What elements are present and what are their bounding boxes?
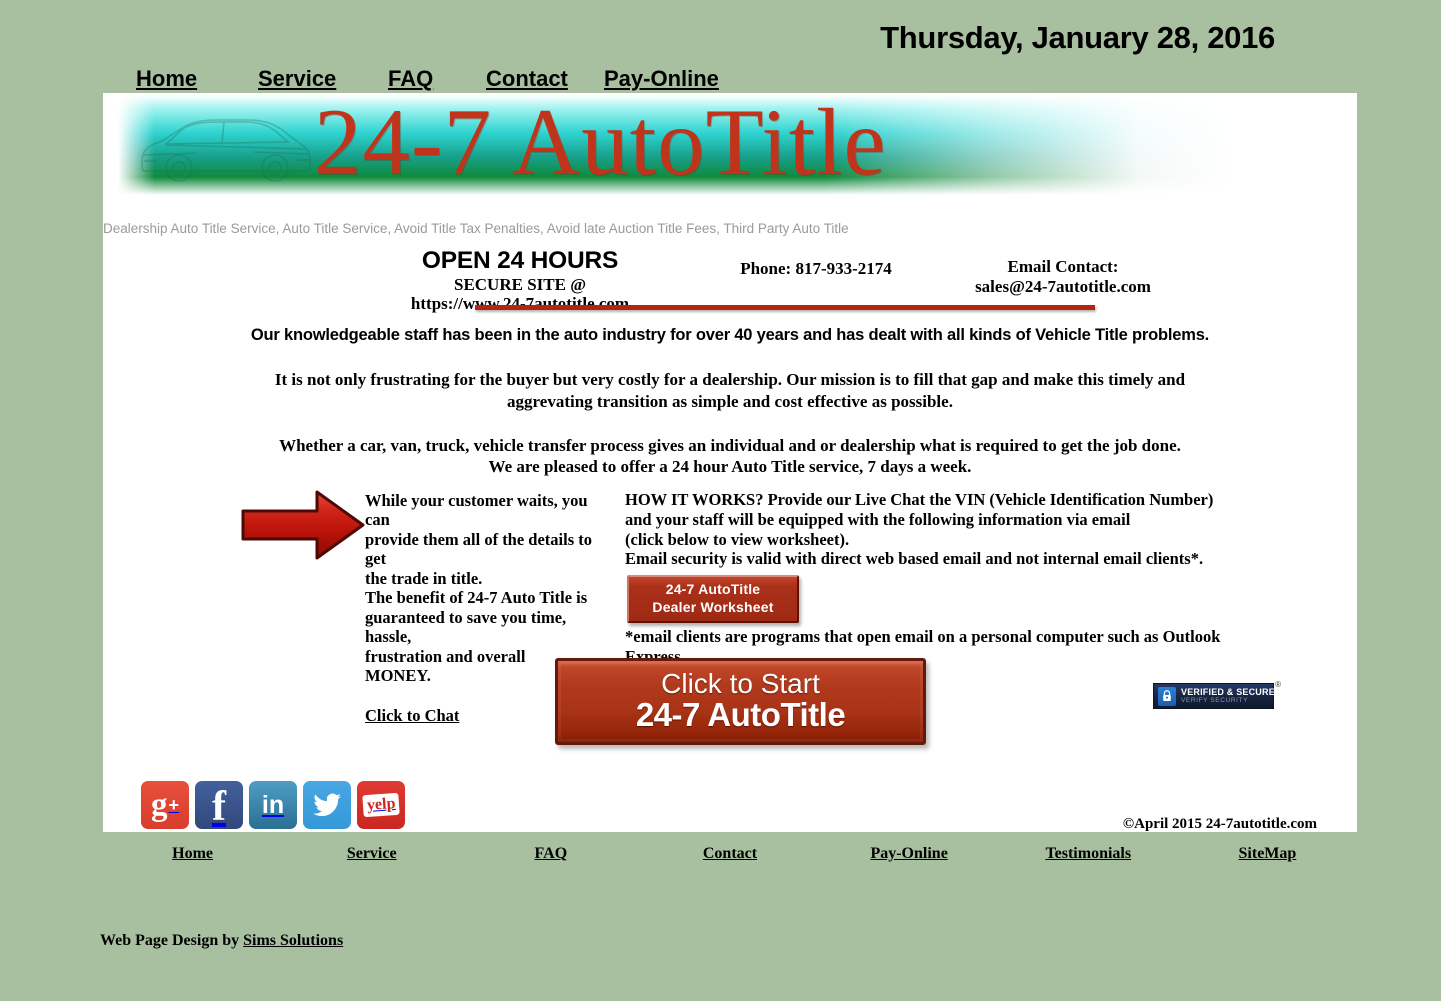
open-hours-block: OPEN 24 HOURS SECURE SITE @ https://www.… (400, 248, 640, 312)
intro-paragraph-2: It is not only frustrating for the buyer… (103, 369, 1357, 413)
badge-sub-text: VERIFY SECURITY (1181, 696, 1249, 704)
top-navigation: Home Service FAQ Contact Pay-Online (136, 66, 719, 92)
seo-tagline: Dealership Auto Title Service, Auto Titl… (103, 221, 849, 236)
sims-solutions-link[interactable]: Sims Solutions (243, 932, 343, 949)
intro-paragraph-3-line-1: Whether a car, van, truck, vehicle trans… (279, 435, 1181, 455)
left-copy-line-2: provide them all of the details to get (365, 529, 593, 569)
registered-mark: ® (1275, 680, 1281, 689)
click-to-start-button[interactable]: Click to Start 24-7 AutoTitle (555, 658, 926, 745)
page-content-area: 24-7 AutoTitle Dealership Auto Title Ser… (103, 93, 1357, 832)
google-plus-icon[interactable]: g + (141, 781, 189, 829)
intro-paragraph-1: Our knowledgeable staff has been in the … (250, 326, 1210, 344)
facebook-glyph: f (212, 784, 226, 829)
dealer-worksheet-button[interactable]: 24-7 AutoTitle Dealer Worksheet (627, 575, 799, 624)
red-arrow-icon (241, 489, 366, 561)
current-date: Thursday, January 28, 2016 (880, 20, 1275, 55)
dealer-worksheet-button-line-1: 24-7 AutoTitle (665, 581, 761, 598)
left-copy-line-3: the trade in title. (365, 568, 483, 588)
linkedin-glyph: in (261, 790, 285, 819)
intro-paragraph-2-line-2: aggrevating transition as simple and cos… (507, 391, 953, 411)
footer-nav-item-home[interactable]: Home (103, 845, 282, 863)
lock-icon (1158, 686, 1176, 706)
email-contact-address[interactable]: sales@24-7autotitle.com (913, 277, 1213, 297)
social-links: g + f in yelp (141, 781, 405, 829)
how-it-works-line-3: (click below to view worksheet). (625, 529, 850, 549)
footer-nav-item-contact[interactable]: Contact (640, 845, 819, 863)
twitter-icon[interactable] (303, 781, 351, 829)
linkedin-icon[interactable]: in (249, 781, 297, 829)
cta-line-1: Click to Start (661, 668, 820, 700)
intro-paragraph-2-line-1: It is not only frustrating for the buyer… (274, 370, 1186, 389)
badge-text-block: VERIFIED & SECURED VERIFY SECURITY (1181, 686, 1282, 705)
intro-paragraph-3-line-2: We are pleased to offer a 24 hour Auto T… (488, 457, 972, 477)
site-banner: 24-7 AutoTitle (118, 95, 1333, 195)
footer-navigation: Home Service FAQ Contact Pay-Online Test… (103, 845, 1357, 863)
click-to-chat-link[interactable]: Click to Chat (365, 706, 459, 725)
footer-nav-item-testimonials[interactable]: Testimonials (999, 845, 1178, 863)
top-nav-item-faq[interactable]: FAQ (388, 66, 486, 92)
footer-nav-item-faq[interactable]: FAQ (461, 845, 640, 863)
footer-nav-item-sitemap[interactable]: SiteMap (1178, 845, 1357, 863)
copyright-text: ©April 2015 24-7autotitle.com (1122, 816, 1317, 832)
email-contact-label: Email Contact: (1007, 257, 1119, 276)
secure-site-label: SECURE SITE @ (453, 274, 587, 294)
cta-line-2: 24-7 AutoTitle (635, 696, 846, 734)
left-copy-line-4: The benefit of 24-7 Auto Title is (365, 588, 588, 608)
yelp-glyph: yelp (362, 792, 400, 818)
yelp-icon[interactable]: yelp (357, 781, 405, 829)
site-logo-text: 24-7 AutoTitle (314, 95, 887, 195)
how-it-works-line-2: and your staff will be equipped with the… (625, 509, 1131, 529)
google-plus-sign: + (168, 795, 179, 815)
badge-main-text: VERIFIED & SECURED (1181, 686, 1282, 697)
top-nav-item-home[interactable]: Home (136, 66, 258, 92)
left-copy-line-5: guaranteed to save you time, hassle, (365, 607, 567, 647)
how-it-works-block: HOW IT WORKS? Provide our Live Chat the … (625, 490, 1245, 667)
left-copy-line-6: frustration and overall MONEY. (365, 646, 526, 686)
footer-nav-item-service[interactable]: Service (282, 845, 461, 863)
red-divider-rule (475, 305, 1095, 310)
how-it-works-line-4: Email security is valid with direct web … (625, 549, 1204, 569)
left-copy-line-1: While your customer waits, you can (365, 491, 588, 530)
top-nav-item-contact[interactable]: Contact (486, 66, 604, 92)
intro-paragraph-3: Whether a car, van, truck, vehicle trans… (103, 435, 1357, 479)
dealer-worksheet-button-line-2: Dealer Worksheet (652, 598, 774, 615)
how-it-works-line-1: HOW IT WORKS? Provide our Live Chat the … (625, 490, 1214, 509)
twitter-bird-glyph (313, 793, 341, 816)
verified-secured-badge[interactable]: VERIFIED & SECURED VERIFY SECURITY ® (1153, 680, 1281, 709)
top-nav-item-pay-online[interactable]: Pay-Online (604, 66, 719, 92)
google-plus-glyph: g (150, 786, 168, 823)
intro-paragraphs: Our knowledgeable staff has been in the … (103, 326, 1357, 500)
footer-nav-item-pay-online[interactable]: Pay-Online (820, 845, 999, 863)
designer-credit-prefix: Web Page Design by (100, 932, 244, 949)
car-illustration (141, 119, 311, 182)
top-nav-item-service[interactable]: Service (258, 66, 388, 92)
designer-credit: Web Page Design by Sims Solutions (100, 932, 343, 950)
facebook-icon[interactable]: f (195, 781, 243, 829)
email-contact-block: Email Contact: sales@24-7autotitle.com (913, 257, 1213, 296)
mid-section: While your customer waits, you can provi… (103, 483, 1357, 725)
open-24-hours-heading: OPEN 24 HOURS (421, 247, 619, 274)
phone-number: Phone: 817-933-2174 (740, 259, 892, 278)
